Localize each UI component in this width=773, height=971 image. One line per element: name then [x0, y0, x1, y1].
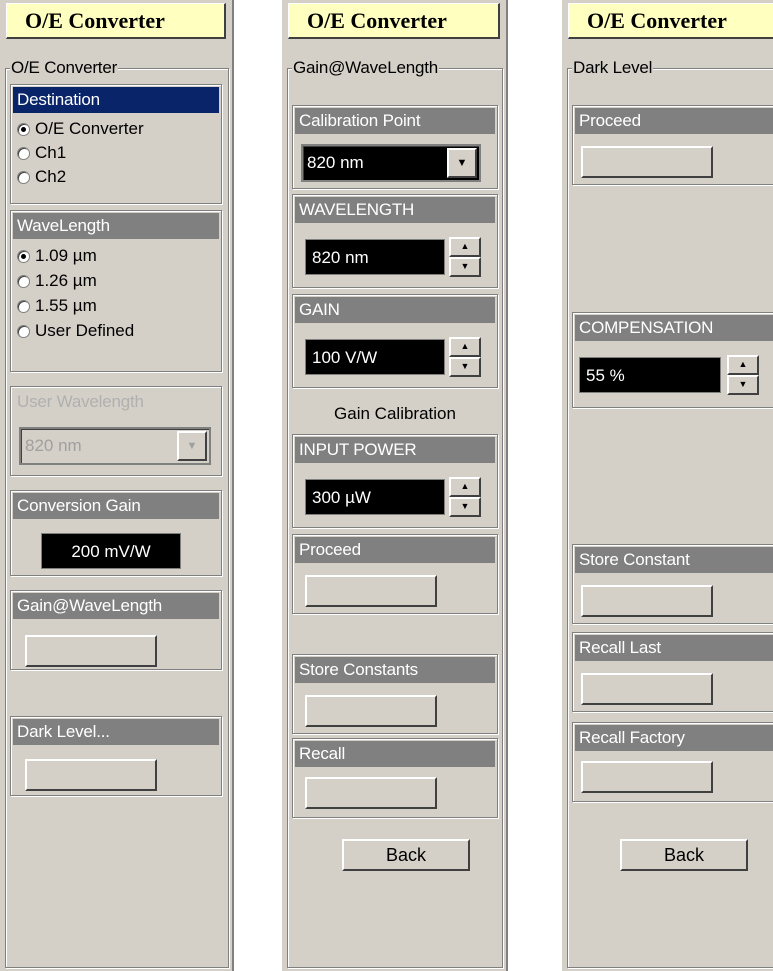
dark-level-header: Dark Level... [13, 719, 219, 745]
recall-last-group: Recall Last [572, 632, 773, 712]
spin-up-icon[interactable]: ▲ [449, 477, 481, 497]
gain-calibration-label: Gain Calibration [334, 404, 456, 423]
dark-level-button[interactable] [25, 759, 157, 791]
gain-at-wavelength-button[interactable] [25, 635, 157, 667]
wavelength-spinner[interactable]: ▲ ▼ [449, 237, 481, 277]
calibration-point-value: 820 nm [307, 153, 364, 172]
spin-down-icon[interactable]: ▼ [449, 357, 481, 377]
proceed-header: Proceed [295, 537, 495, 563]
input-power-header: INPUT POWER [295, 437, 495, 463]
radio-icon [17, 147, 30, 160]
radio-icon [17, 275, 30, 288]
wavelength-option-user-defined[interactable]: User Defined [17, 319, 134, 343]
oe-converter-panel: O/E Converter O/E Converter Destination … [0, 0, 234, 971]
frame-label: Gain@WaveLength [292, 58, 439, 78]
wavelength-group: WAVELENGTH 820 nm ▲ ▼ [292, 194, 498, 288]
store-constants-button[interactable] [305, 695, 437, 727]
store-constant-group: Store Constant [572, 544, 773, 624]
wavelength-header: WAVELENGTH [295, 197, 495, 223]
wavelength-option-1-26[interactable]: 1.26 µm [17, 269, 97, 293]
recall-button[interactable] [305, 777, 437, 809]
recall-header: Recall [295, 741, 495, 767]
proceed-header: Proceed [575, 108, 773, 134]
conversion-gain-header: Conversion Gain [13, 493, 219, 519]
wavelength-header: WaveLength [13, 213, 219, 239]
recall-factory-button[interactable] [581, 761, 713, 793]
gain-value[interactable]: 100 V/W [305, 339, 445, 375]
panel-title: O/E Converter [288, 3, 500, 39]
gain-spinner[interactable]: ▲ ▼ [449, 337, 481, 377]
destination-option-oe-converter[interactable]: O/E Converter [17, 117, 144, 141]
compensation-group: COMPENSATION 55 % ▲ ▼ [572, 312, 773, 408]
calibration-point-dropdown[interactable]: 820 nm ▼ [301, 144, 481, 182]
destination-option-ch1[interactable]: Ch1 [17, 141, 66, 165]
conversion-gain-value: 200 mV/W [41, 533, 181, 569]
recall-group: Recall [292, 738, 498, 818]
recall-factory-header: Recall Factory [575, 725, 773, 751]
chevron-down-icon[interactable]: ▼ [447, 148, 477, 178]
proceed-group: Proceed [292, 534, 498, 614]
gain-header: GAIN [295, 297, 495, 323]
spin-up-icon[interactable]: ▲ [727, 355, 759, 375]
calibration-point-header: Calibration Point [295, 108, 495, 134]
user-wavelength-group: User Wavelength 820 nm ▼ [10, 386, 222, 476]
back-button[interactable]: Back [342, 839, 470, 871]
compensation-spinner[interactable]: ▲ ▼ [727, 355, 759, 395]
store-constants-header: Store Constants [295, 657, 495, 683]
radio-selected-icon [17, 250, 30, 263]
wavelength-option-1-09[interactable]: 1.09 µm [17, 244, 97, 268]
input-power-group: INPUT POWER 300 µW ▲ ▼ [292, 434, 498, 528]
frame-label: Dark Level [572, 58, 654, 78]
destination-option-ch2[interactable]: Ch2 [17, 165, 66, 189]
spin-up-icon[interactable]: ▲ [449, 337, 481, 357]
radio-selected-icon [17, 123, 30, 136]
spin-up-icon[interactable]: ▲ [449, 237, 481, 257]
dark-level-frame: Dark Level [567, 58, 773, 968]
store-constant-button[interactable] [581, 585, 713, 617]
conversion-gain-group: Conversion Gain 200 mV/W [10, 490, 222, 576]
frame-label: O/E Converter [10, 58, 119, 78]
gain-wavelength-panel: O/E Converter Gain@WaveLength Calibratio… [282, 0, 508, 971]
radio-icon [17, 300, 30, 313]
calibration-point-group: Calibration Point 820 nm ▼ [292, 105, 498, 189]
radio-icon [17, 325, 30, 338]
gain-at-wavelength-header: Gain@WaveLength [13, 593, 219, 619]
recall-last-header: Recall Last [575, 635, 773, 661]
back-button[interactable]: Back [620, 839, 748, 871]
proceed-button[interactable] [305, 575, 437, 607]
recall-factory-group: Recall Factory [572, 722, 773, 802]
recall-last-button[interactable] [581, 673, 713, 705]
radio-icon [17, 171, 30, 184]
wavelength-option-1-55[interactable]: 1.55 µm [17, 294, 97, 318]
compensation-value[interactable]: 55 % [579, 357, 721, 393]
spin-down-icon[interactable]: ▼ [449, 497, 481, 517]
compensation-header: COMPENSATION [575, 315, 773, 341]
user-wavelength-dropdown[interactable]: 820 nm ▼ [19, 427, 211, 465]
user-wavelength-value: 820 nm [25, 436, 82, 455]
gain-group: GAIN 100 V/W ▲ ▼ [292, 294, 498, 388]
spin-down-icon[interactable]: ▼ [727, 375, 759, 395]
input-power-spinner[interactable]: ▲ ▼ [449, 477, 481, 517]
dark-level-panel: O/E Converter Dark Level Proceed COMPENS… [562, 0, 773, 971]
store-constants-group: Store Constants [292, 654, 498, 734]
proceed-group: Proceed [572, 105, 773, 185]
gain-at-wavelength-group: Gain@WaveLength [10, 590, 222, 670]
destination-group: Destination O/E Converter Ch1 Ch2 [10, 84, 222, 204]
proceed-button[interactable] [581, 146, 713, 178]
input-power-value[interactable]: 300 µW [305, 479, 445, 515]
panel-title: O/E Converter [6, 3, 226, 39]
wavelength-group: WaveLength 1.09 µm 1.26 µm 1.55 µm User … [10, 210, 222, 372]
dark-level-group: Dark Level... [10, 716, 222, 796]
chevron-down-icon[interactable]: ▼ [177, 431, 207, 461]
destination-header: Destination [13, 87, 219, 113]
spin-down-icon[interactable]: ▼ [449, 257, 481, 277]
wavelength-value[interactable]: 820 nm [305, 239, 445, 275]
panel-title: O/E Converter [568, 3, 773, 39]
store-constant-header: Store Constant [575, 547, 773, 573]
user-wavelength-header: User Wavelength [13, 389, 219, 415]
